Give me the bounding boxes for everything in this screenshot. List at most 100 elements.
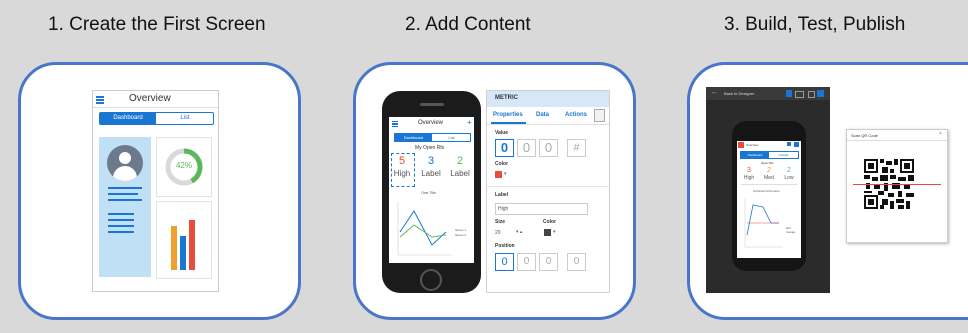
metric-label: Label xyxy=(421,169,441,178)
toolbar-title[interactable]: Back to Designer xyxy=(724,91,754,96)
metric-value: 2 xyxy=(456,155,464,167)
profile-line xyxy=(108,199,142,201)
app-header-title: Overview xyxy=(746,143,759,147)
tab-data[interactable]: Data xyxy=(536,112,549,118)
chevron-down-icon[interactable]: ▾ xyxy=(553,229,556,235)
color2-label: Color xyxy=(543,219,557,225)
gauge-card: 42% xyxy=(156,137,212,197)
value-option-selected[interactable]: 0 xyxy=(495,139,514,157)
legend-average: Average xyxy=(786,231,796,234)
metric-label: Med xyxy=(764,175,774,181)
wireframe-screen: Overview Dashboard List 42% xyxy=(92,90,219,292)
bar-orange xyxy=(171,226,177,270)
header-title: Overview xyxy=(129,93,171,104)
value-option[interactable]: # xyxy=(567,139,586,157)
profile-line xyxy=(108,231,134,233)
tab-list[interactable]: List xyxy=(157,113,213,124)
chart-title: Technician Performance xyxy=(753,190,780,193)
tab-divider xyxy=(487,124,609,125)
trash-icon[interactable] xyxy=(594,109,605,122)
emulated-screen: Overview Dashboard Details Open Rfs 3 Hi… xyxy=(737,141,801,258)
qr-dialog-divider xyxy=(847,140,947,141)
series-2-line xyxy=(399,224,447,238)
bar-red xyxy=(189,220,195,270)
phone-view-icon[interactable] xyxy=(786,90,792,97)
properties-header: METRIC xyxy=(487,91,609,107)
metric-label: High xyxy=(393,169,411,178)
gauge-value: 42% xyxy=(175,161,192,170)
tab-dashboard[interactable]: Dashboard xyxy=(741,152,769,158)
menu-icon[interactable] xyxy=(96,96,104,104)
phone-tab-bar: Dashboard List xyxy=(394,133,471,142)
close-icon[interactable]: × xyxy=(939,131,942,137)
color-swatch[interactable] xyxy=(495,171,502,178)
tab-dashboard[interactable]: Dashboard xyxy=(100,113,156,124)
metric-value: 2 xyxy=(767,167,771,174)
won-line xyxy=(746,204,779,236)
text-color-swatch[interactable] xyxy=(544,229,551,236)
metric-label: Label xyxy=(450,169,470,178)
section-title: My Open Rfs xyxy=(415,145,445,151)
add-icon[interactable]: + xyxy=(467,118,472,127)
step-2-title: 2. Add Content xyxy=(405,14,531,35)
avatar xyxy=(107,145,143,181)
properties-title: METRIC xyxy=(495,95,518,101)
tab-details[interactable]: Details xyxy=(770,152,798,158)
metric-label: High xyxy=(743,175,755,181)
phone-screen: Overview + Dashboard List My Open Rfs 5 … xyxy=(389,117,474,263)
tab-actions[interactable]: Actions xyxy=(565,112,587,118)
menu-icon[interactable] xyxy=(392,121,398,127)
section-divider xyxy=(487,186,609,187)
metric-value: 3 xyxy=(747,167,751,174)
legend-series-2: Series 2 xyxy=(455,233,467,237)
tab-dashboard[interactable]: Dashboard xyxy=(395,134,432,141)
legend-series-1: Series 1 xyxy=(455,228,467,232)
chevron-down-icon[interactable]: ▾ xyxy=(504,171,507,177)
position-option[interactable]: 0 xyxy=(517,253,536,271)
color-label: Color xyxy=(495,161,509,167)
qr-dialog: Scan QR Code × xyxy=(846,129,948,243)
phone-home-button[interactable] xyxy=(420,269,442,291)
app-menu-icon[interactable] xyxy=(794,142,799,147)
profile-line xyxy=(108,219,134,221)
bar-blue xyxy=(180,236,186,270)
emulator-toolbar: ← Back to Designer xyxy=(706,87,830,100)
metric-divider xyxy=(741,184,797,185)
tab-properties[interactable]: Properties xyxy=(493,112,523,118)
profile-line xyxy=(108,193,138,195)
size-label: Size xyxy=(495,219,506,225)
series-1-line xyxy=(399,210,447,246)
profile-line xyxy=(108,187,142,189)
size-value[interactable]: 20 xyxy=(495,230,501,236)
metric-value: 2 xyxy=(787,167,791,174)
qr-dialog-title: Scan QR Code xyxy=(851,133,878,138)
tab-list[interactable]: List xyxy=(433,134,470,141)
position-option-selected[interactable]: 0 xyxy=(495,253,514,271)
label-input[interactable]: High xyxy=(495,203,588,215)
metric-label: Low xyxy=(784,175,794,181)
bar-card xyxy=(156,201,212,279)
scan-line xyxy=(853,184,941,185)
phone-device: Overview + Dashboard List My Open Rfs 5 … xyxy=(382,91,481,293)
value-label: Value xyxy=(495,130,509,136)
value-option[interactable]: 0 xyxy=(517,139,536,157)
profile-panel xyxy=(99,137,151,277)
section-title: Open Rfs xyxy=(761,161,774,165)
app-logo-icon xyxy=(738,142,744,148)
position-option[interactable]: 0 xyxy=(567,253,586,271)
phone-header-title: Overview xyxy=(418,120,444,126)
phone-speaker xyxy=(420,103,444,106)
app-toolbar-icon[interactable] xyxy=(787,142,791,146)
value-option[interactable]: 0 xyxy=(539,139,558,157)
settings-icon[interactable] xyxy=(817,90,824,97)
grid-icon[interactable] xyxy=(808,91,815,98)
step-3-title: 3. Build, Test, Publish xyxy=(724,14,906,35)
tablet-view-icon[interactable] xyxy=(795,91,804,98)
size-stepper[interactable]: ▾ ▴ xyxy=(516,229,522,235)
app-tab-bar: Dashboard Details xyxy=(740,151,799,159)
back-arrow-icon[interactable]: ← xyxy=(711,89,718,96)
profile-line xyxy=(108,225,134,227)
metric-value: 3 xyxy=(427,155,435,167)
header-divider xyxy=(93,107,218,108)
position-option[interactable]: 0 xyxy=(539,253,558,271)
